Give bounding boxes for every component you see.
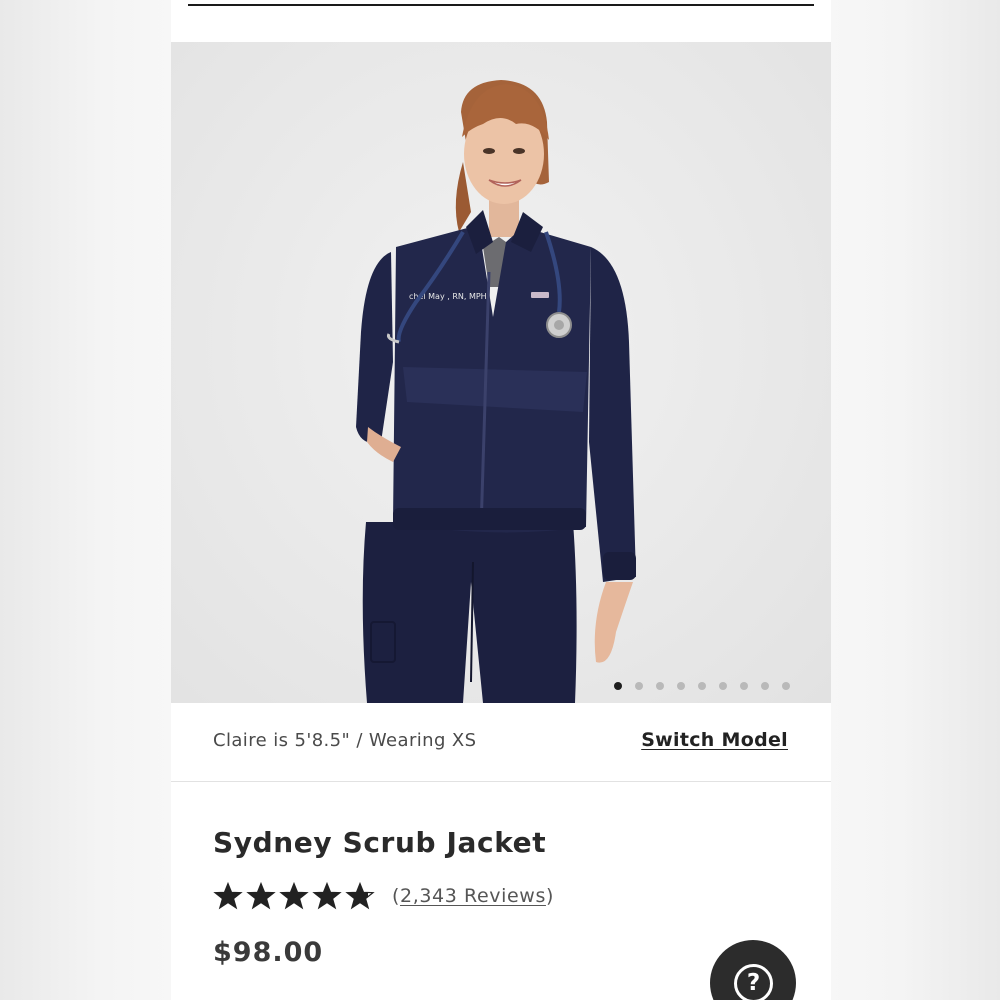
reviews-link[interactable]: (2,343 Reviews) bbox=[392, 885, 554, 907]
carousel-dot[interactable] bbox=[761, 682, 769, 690]
reviews-count[interactable]: 2,343 Reviews bbox=[400, 885, 546, 907]
carousel-dot[interactable] bbox=[656, 682, 664, 690]
product-image-gallery[interactable]: chel May , RN, MPH bbox=[171, 42, 831, 703]
carousel-dot[interactable] bbox=[614, 682, 622, 690]
product-price: $98.00 bbox=[213, 937, 324, 968]
carousel-dot[interactable] bbox=[782, 682, 790, 690]
carousel-indicators[interactable] bbox=[614, 682, 790, 690]
reviews-close-paren: ) bbox=[545, 885, 554, 907]
carousel-dot[interactable] bbox=[677, 682, 685, 690]
product-page: chel May , RN, MPH Claire is 5'8.5" / We… bbox=[171, 0, 831, 1000]
product-title: Sydney Scrub Jacket bbox=[213, 826, 547, 859]
carousel-dot[interactable] bbox=[740, 682, 748, 690]
carousel-dot[interactable] bbox=[719, 682, 727, 690]
carousel-dot[interactable] bbox=[635, 682, 643, 690]
model-size-info: Claire is 5'8.5" / Wearing XS bbox=[213, 730, 477, 751]
star-icon bbox=[345, 882, 375, 910]
reviews-open-paren: ( bbox=[392, 885, 401, 907]
help-chat-button[interactable]: ? bbox=[710, 940, 796, 1000]
rating-stars bbox=[213, 882, 375, 910]
star-icon bbox=[246, 882, 276, 910]
model-info-bar: Claire is 5'8.5" / Wearing XS Switch Mod… bbox=[171, 703, 831, 782]
switch-model-link[interactable]: Switch Model bbox=[641, 729, 788, 751]
product-rating: (2,343 Reviews) bbox=[213, 882, 554, 910]
header-divider bbox=[188, 4, 814, 6]
question-icon: ? bbox=[734, 964, 773, 1000]
carousel-dot[interactable] bbox=[698, 682, 706, 690]
star-icon bbox=[213, 882, 243, 910]
star-icon bbox=[312, 882, 342, 910]
star-icon bbox=[279, 882, 309, 910]
product-photo: chel May , RN, MPH bbox=[356, 80, 636, 703]
